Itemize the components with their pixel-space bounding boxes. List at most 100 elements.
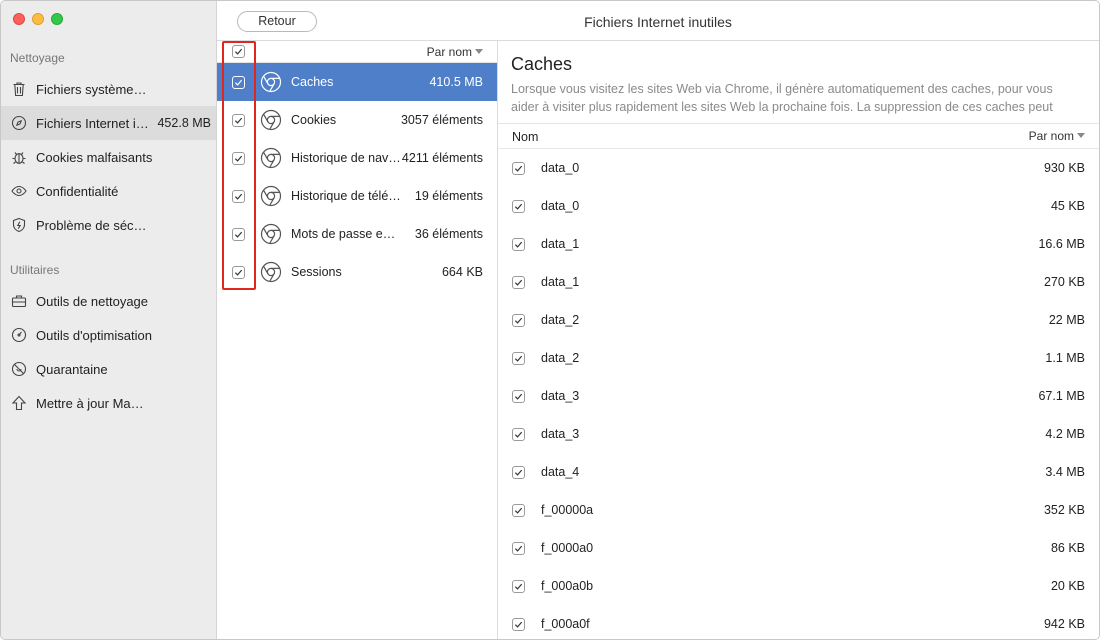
file-size: 16.6 MB [1038, 237, 1085, 251]
checkmark-icon [514, 621, 523, 628]
chrome-icon [260, 147, 282, 169]
file-checkbox[interactable] [512, 579, 525, 593]
file-name: data_1 [541, 275, 580, 289]
file-checkbox[interactable] [512, 503, 525, 517]
file-row[interactable]: data_2 1.1 MB [498, 339, 1099, 377]
close-button[interactable] [13, 13, 25, 25]
chrome-icon [260, 109, 282, 131]
sidebar-item-quarantine[interactable]: Quarantaine [1, 352, 216, 386]
checkmark-icon [234, 269, 243, 276]
select-all-checkbox[interactable] [232, 45, 245, 58]
chrome-icon [260, 261, 282, 283]
category-list: Par nom Caches 410.5 MB Cookies 3057 élé… [217, 41, 498, 639]
sidebar-item-malicious-cookies[interactable]: Cookies malfaisants [1, 140, 216, 174]
file-size: 1.1 MB [1045, 351, 1085, 365]
sidebar-item-label: Fichiers système… [36, 81, 147, 97]
column-header-name[interactable]: Nom [512, 130, 538, 144]
file-name: f_000a0f [541, 617, 590, 631]
category-list-header: Par nom [217, 41, 497, 63]
zoom-button[interactable] [51, 13, 63, 25]
chrome-icon [260, 185, 282, 207]
sidebar-item-label: Confidentialité [36, 183, 119, 199]
file-row[interactable]: f_0000a0 86 KB [498, 529, 1099, 567]
file-row[interactable]: f_00000a 352 KB [498, 491, 1099, 529]
section-title-utilities: Utilitaires [10, 263, 60, 277]
file-checkbox[interactable] [512, 465, 525, 479]
checkmark-icon [234, 193, 243, 200]
checkmark-icon [234, 48, 243, 55]
sidebar-item-privacy[interactable]: Confidentialité [1, 174, 216, 208]
file-row[interactable]: data_4 3.4 MB [498, 453, 1099, 491]
file-row[interactable]: f_000a0b 20 KB [498, 567, 1099, 605]
sidebar-item-internet-files[interactable]: Fichiers Internet i… 452.8 MB [1, 106, 216, 140]
file-row[interactable]: data_1 270 KB [498, 263, 1099, 301]
row-checkbox[interactable] [232, 113, 245, 127]
sidebar-item-security[interactable]: Problème de séc… [1, 208, 216, 242]
file-checkbox[interactable] [512, 617, 525, 631]
file-checkbox[interactable] [512, 161, 525, 175]
row-checkbox[interactable] [232, 227, 245, 241]
row-checkbox[interactable] [232, 151, 245, 165]
file-row[interactable]: data_3 4.2 MB [498, 415, 1099, 453]
file-checkbox[interactable] [512, 199, 525, 213]
chrome-icon [260, 223, 282, 245]
checkmark-icon [234, 79, 243, 86]
category-name: Historique de navi… [291, 151, 401, 165]
file-row[interactable]: data_0 930 KB [498, 149, 1099, 187]
window-controls [13, 13, 63, 25]
file-size: 352 KB [1043, 503, 1085, 517]
category-row-passwords[interactable]: Mots de passe en… 36 éléments [217, 215, 497, 253]
sidebar-item-label: Cookies malfaisants [36, 149, 153, 165]
sidebar-item-optimization-tools[interactable]: Outils d'optimisation [1, 318, 216, 352]
file-row[interactable]: data_2 22 MB [498, 301, 1099, 339]
file-checkbox[interactable] [512, 275, 525, 289]
checkmark-icon [514, 545, 523, 552]
checkmark-icon [514, 583, 523, 590]
category-name: Mots de passe en… [291, 227, 401, 241]
category-row-download-history[interactable]: Historique de télé… 19 éléments [217, 177, 497, 215]
file-checkbox[interactable] [512, 237, 525, 251]
checkmark-icon [514, 317, 523, 324]
file-checkbox[interactable] [512, 313, 525, 327]
category-name: Historique de télé… [291, 189, 401, 203]
category-name: Sessions [291, 265, 342, 279]
category-row-caches[interactable]: Caches 410.5 MB [217, 63, 497, 101]
list-sort-dropdown[interactable]: Par nom [427, 45, 483, 59]
detail-panel: Caches Lorsque vous visitez les sites We… [498, 41, 1099, 639]
file-sort-dropdown[interactable]: Par nom [1029, 129, 1085, 143]
file-size: 4.2 MB [1045, 427, 1085, 441]
caret-down-icon [1077, 133, 1085, 138]
sidebar-item-system-files[interactable]: Fichiers système… [1, 72, 216, 106]
file-row[interactable]: data_3 67.1 MB [498, 377, 1099, 415]
file-checkbox[interactable] [512, 389, 525, 403]
arrow-up-icon [10, 394, 28, 412]
eye-icon [10, 182, 28, 200]
file-checkbox[interactable] [512, 351, 525, 365]
row-checkbox[interactable] [232, 189, 245, 203]
trash-icon [10, 80, 28, 98]
sort-label: Par nom [1028, 129, 1074, 143]
file-checkbox[interactable] [512, 427, 525, 441]
file-size: 942 KB [1043, 617, 1085, 631]
checkmark-icon [514, 241, 523, 248]
file-table-header: Nom Par nom [498, 123, 1099, 149]
category-row-sessions[interactable]: Sessions 664 KB [217, 253, 497, 291]
category-row-browsing-history[interactable]: Historique de navi… 4211 éléments [217, 139, 497, 177]
gauge-icon [10, 326, 28, 344]
category-row-cookies[interactable]: Cookies 3057 éléments [217, 101, 497, 139]
section-title-cleaning: Nettoyage [10, 51, 65, 65]
row-checkbox[interactable] [232, 75, 245, 89]
category-name: Cookies [291, 113, 337, 127]
category-count: 4211 éléments [401, 151, 483, 165]
sidebar-item-update[interactable]: Mettre à jour Ma… [1, 386, 216, 420]
file-checkbox[interactable] [512, 541, 525, 555]
minimize-button[interactable] [32, 13, 44, 25]
sort-label: Par nom [426, 45, 472, 59]
file-row[interactable]: f_000a0f 942 KB [498, 605, 1099, 639]
row-checkbox[interactable] [232, 265, 245, 279]
detail-description: Lorsque vous visitez les sites Web via C… [511, 82, 1053, 114]
file-name: data_0 [541, 161, 580, 175]
file-row[interactable]: data_1 16.6 MB [498, 225, 1099, 263]
file-row[interactable]: data_0 45 KB [498, 187, 1099, 225]
sidebar-item-cleaning-tools[interactable]: Outils de nettoyage [1, 284, 216, 318]
